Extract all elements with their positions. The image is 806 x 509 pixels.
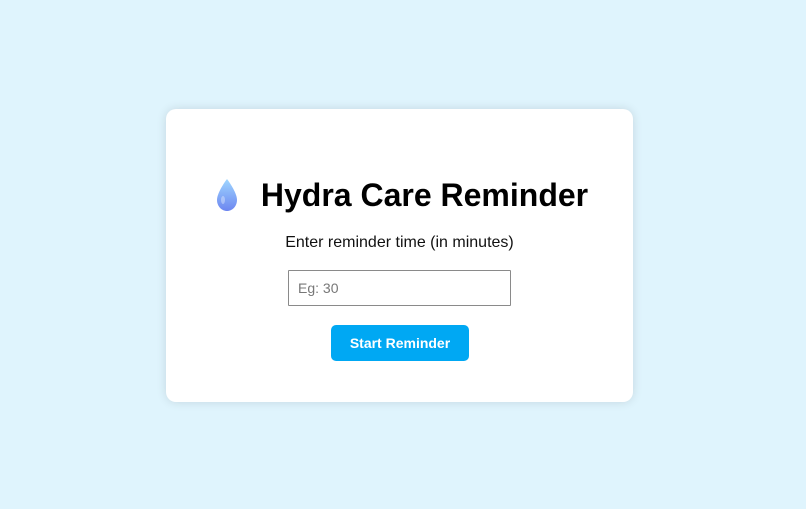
water-drop-icon xyxy=(215,178,239,212)
reminder-time-label: Enter reminder time (in minutes) xyxy=(285,234,514,251)
reminder-card: Hydra Care Reminder Enter reminder time … xyxy=(166,109,633,402)
start-reminder-button[interactable]: Start Reminder xyxy=(331,325,469,361)
page-title: Hydra Care Reminder xyxy=(260,176,589,213)
minutes-input[interactable] xyxy=(288,270,511,306)
title-row: Hydra Care Reminder xyxy=(166,175,633,215)
